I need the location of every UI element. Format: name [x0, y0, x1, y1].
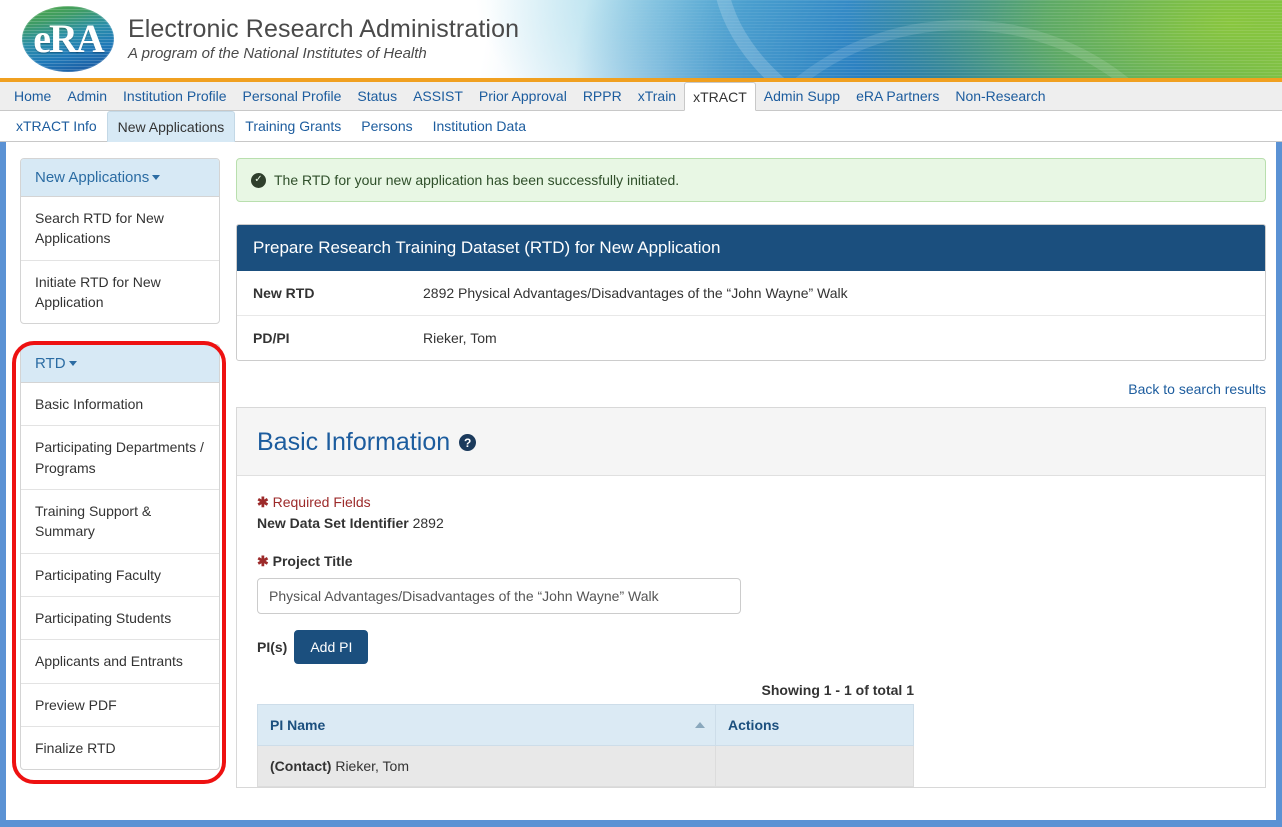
banner-arc-1 [712, 0, 1282, 78]
tab-new-applications[interactable]: New Applications [106, 111, 236, 142]
back-to-search-results-row: Back to search results [236, 381, 1266, 399]
nav-item-admin-supp[interactable]: Admin Supp [756, 82, 848, 110]
app-window: eRA Electronic Research Administration A… [0, 0, 1282, 827]
main-content: ✓ The RTD for your new application has b… [220, 158, 1270, 820]
pagination-summary: Showing 1 - 1 of total 1 [761, 682, 914, 698]
add-pi-button[interactable]: Add PI [294, 630, 369, 664]
sort-ascending-icon[interactable] [695, 722, 705, 728]
sidebar-item-basic-information[interactable]: Basic Information [21, 383, 219, 427]
sidebar: New Applications Search RTD for New Appl… [12, 158, 226, 820]
nav-item-institution-profile[interactable]: Institution Profile [115, 82, 235, 110]
sidebar-item-applicants-and-entrants[interactable]: Applicants and Entrants [21, 640, 219, 684]
site-title-block: Electronic Research Administration A pro… [128, 14, 520, 63]
tab-training-grants[interactable]: Training Grants [235, 111, 351, 141]
project-title-label: Project Title [272, 553, 353, 569]
pi-contact-badge: (Contact) [270, 758, 332, 774]
rtd-row-value-pdpi: Rieker, Tom [423, 330, 497, 346]
dataset-identifier-row: New Data Set Identifier 2892 [257, 515, 1245, 531]
success-alert-message: The RTD for your new application has bee… [274, 172, 680, 188]
pi-table-head: PI Name Actions [257, 704, 914, 746]
prepare-rtd-panel: Prepare Research Training Dataset (RTD) … [236, 224, 1266, 361]
required-fields-note: ✱ Required Fields [257, 494, 1245, 511]
table-row: (Contact) Rieker, Tom [257, 745, 914, 787]
pi-label: PI(s) [257, 639, 288, 655]
nav-item-xtract[interactable]: xTRACT [684, 82, 756, 111]
sidebar-item-search-rtd[interactable]: Search RTD for New Applications [21, 197, 219, 261]
page-body: New Applications Search RTD for New Appl… [6, 142, 1276, 820]
nav-item-status[interactable]: Status [349, 82, 405, 110]
rtd-row-value-new-rtd: 2892 Physical Advantages/Disadvantages o… [423, 285, 848, 301]
nav-item-rppr[interactable]: RPPR [575, 82, 630, 110]
banner-arc-2 [702, 20, 1222, 78]
pi-table: PI Name Actions (Contact) Rieker, Tom [257, 704, 914, 787]
success-alert: ✓ The RTD for your new application has b… [236, 158, 1266, 202]
project-title-label-row: ✱ Project Title [257, 553, 1245, 570]
rtd-row-label-pdpi: PD/PI [253, 330, 290, 346]
basic-information-heading-text: Basic Information [257, 428, 451, 456]
sidebar-item-initiate-rtd[interactable]: Initiate RTD for New Application [21, 261, 219, 324]
pi-name-value: Rieker, Tom [331, 758, 409, 774]
tab-institution-data[interactable]: Institution Data [423, 111, 536, 141]
sidebar-item-participating-students[interactable]: Participating Students [21, 597, 219, 641]
sidebar-panel-header-new-applications[interactable]: New Applications [21, 159, 219, 197]
basic-information-card: Basic Information ? ✱ Required Fields Ne… [236, 407, 1266, 788]
pi-table-col-actions[interactable]: Actions [715, 704, 914, 746]
sidebar-item-training-support-summary[interactable]: Training Support & Summary [21, 490, 219, 554]
tab-xtract-info[interactable]: xTRACT Info [6, 111, 107, 141]
sidebar-item-participating-departments[interactable]: Participating Departments / Programs [21, 426, 219, 491]
nav-item-home[interactable]: Home [6, 82, 59, 110]
chevron-down-icon [152, 175, 161, 181]
pi-table-col-pi-name[interactable]: PI Name [257, 704, 716, 746]
pi-table-col-pi-name-label: PI Name [270, 717, 326, 733]
pi-table-header-row: PI Name Actions [257, 704, 914, 746]
rtd-row-pdpi: PD/PI Rieker, Tom [237, 315, 1265, 360]
nav-item-non-research[interactable]: Non-Research [947, 82, 1053, 110]
nav-item-personal-profile[interactable]: Personal Profile [235, 82, 350, 110]
era-logo-text: eRA [33, 15, 105, 61]
secondary-navigation: xTRACT Info New Applications Training Gr… [0, 111, 1282, 142]
pi-table-cell-name: (Contact) Rieker, Tom [257, 745, 716, 787]
era-logo-icon: eRA [22, 6, 114, 72]
back-to-search-results-link[interactable]: Back to search results [1128, 381, 1266, 397]
sidebar-panel-new-applications: New Applications Search RTD for New Appl… [20, 158, 220, 325]
page-title: Basic Information ? [257, 428, 1245, 457]
dataset-identifier-label: New Data Set Identifier [257, 515, 409, 531]
help-icon[interactable]: ? [459, 434, 477, 451]
check-circle-icon: ✓ [251, 172, 266, 188]
dataset-identifier-value: 2892 [412, 515, 444, 531]
sidebar-panel-header-rtd[interactable]: RTD [21, 345, 219, 384]
sidebar-panel-header-label-rtd: RTD [35, 355, 66, 373]
nav-item-assist[interactable]: ASSIST [405, 82, 471, 110]
rtd-row-new-rtd: New RTD 2892 Physical Advantages/Disadva… [237, 271, 1265, 315]
pi-table-col-actions-label: Actions [728, 717, 780, 733]
sidebar-item-preview-pdf[interactable]: Preview PDF [21, 684, 219, 727]
primary-navigation: Home Admin Institution Profile Personal … [0, 82, 1282, 111]
sidebar-panel-header-label: New Applications [35, 169, 150, 186]
rtd-row-label-new-rtd: New RTD [253, 285, 315, 301]
site-subtitle: A program of the National Institutes of … [128, 45, 427, 63]
site-banner: eRA Electronic Research Administration A… [0, 0, 1282, 82]
nav-item-admin[interactable]: Admin [59, 82, 115, 110]
nav-item-prior-approval[interactable]: Prior Approval [471, 82, 575, 110]
era-logo[interactable]: eRA Electronic Research Administration A… [22, 6, 519, 72]
sidebar-item-participating-faculty[interactable]: Participating Faculty [21, 554, 219, 597]
pi-table-body: (Contact) Rieker, Tom [257, 745, 914, 787]
project-title-input[interactable] [257, 578, 741, 614]
pi-table-cell-actions [715, 745, 914, 787]
nav-item-era-partners[interactable]: eRA Partners [848, 82, 947, 110]
required-fields-label: Required Fields [272, 494, 371, 510]
site-title: Electronic Research Administration [128, 14, 520, 43]
pi-controls-row: PI(s) Add PI [257, 630, 1245, 664]
sidebar-item-finalize-rtd[interactable]: Finalize RTD [21, 727, 219, 769]
prepare-rtd-panel-title: Prepare Research Training Dataset (RTD) … [237, 225, 1265, 271]
required-asterisk-icon: ✱ [257, 553, 269, 569]
tab-persons[interactable]: Persons [351, 111, 422, 141]
basic-information-body: ✱ Required Fields New Data Set Identifie… [237, 476, 1265, 787]
sidebar-panel-rtd: RTD Basic Information Participating Depa… [20, 344, 220, 771]
nav-item-xtrain[interactable]: xTrain [630, 82, 684, 110]
chevron-down-icon [68, 361, 77, 367]
required-asterisk-icon: ✱ [257, 494, 269, 510]
basic-information-header: Basic Information ? [237, 408, 1265, 476]
